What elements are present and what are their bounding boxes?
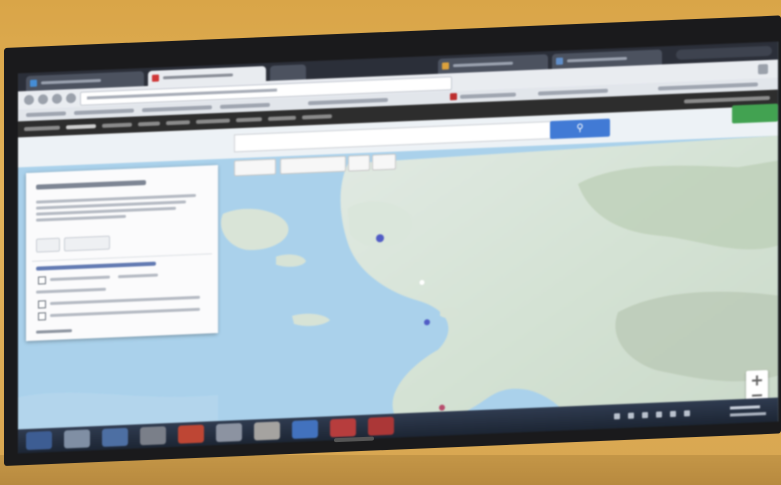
- tab-title: [453, 61, 513, 68]
- home-icon[interactable]: [66, 92, 76, 104]
- new-tab-button[interactable]: [270, 64, 306, 81]
- add-layer-button[interactable]: [64, 235, 110, 252]
- google-bar-link-active[interactable]: [66, 124, 96, 130]
- bookmark-item[interactable]: [308, 97, 388, 106]
- google-bar-link[interactable]: [302, 114, 332, 120]
- tab-title: [163, 73, 233, 80]
- folder-icon[interactable]: [64, 429, 90, 449]
- clock-date: [730, 412, 766, 417]
- undo-button[interactable]: [234, 158, 276, 177]
- app-icon[interactable]: [330, 418, 356, 438]
- clock-time: [730, 405, 760, 410]
- layer-subtitle: [36, 287, 106, 294]
- bookmark-icon: [450, 93, 457, 101]
- base-map-toggle[interactable]: [36, 329, 72, 334]
- tab-icon: [556, 57, 563, 65]
- bookmark-item[interactable]: [538, 88, 608, 96]
- search-button[interactable]: ⚲: [550, 118, 610, 140]
- screen: ⚲: [18, 41, 778, 454]
- map-title[interactable]: [36, 180, 146, 190]
- share-button[interactable]: [732, 103, 778, 124]
- account-name[interactable]: [684, 95, 770, 104]
- google-bar-link[interactable]: [138, 121, 160, 127]
- network-icon[interactable]: [642, 412, 648, 419]
- bookmark-item[interactable]: [142, 105, 212, 113]
- bookmark-item[interactable]: [26, 111, 66, 118]
- google-bar-link[interactable]: [166, 120, 190, 126]
- draw-tools[interactable]: [280, 155, 346, 175]
- profile-chip[interactable]: [676, 45, 772, 60]
- layer-style[interactable]: [50, 275, 110, 282]
- google-bar-link[interactable]: [24, 125, 60, 132]
- forward-arrow-icon[interactable]: [38, 94, 48, 105]
- app-icon[interactable]: [368, 416, 394, 436]
- reload-icon[interactable]: [52, 93, 62, 104]
- layer-style[interactable]: [118, 273, 158, 279]
- app-icon[interactable]: [292, 419, 318, 439]
- tray-icon[interactable]: [684, 410, 690, 417]
- menu-icon[interactable]: [758, 63, 768, 75]
- google-bar-link[interactable]: [196, 118, 230, 124]
- tv-monitor: ⚲: [4, 15, 781, 466]
- measure-tool[interactable]: [348, 154, 370, 172]
- feature-label[interactable]: [50, 307, 200, 318]
- feature-checkbox[interactable]: [38, 300, 46, 309]
- tab-title: [41, 78, 101, 85]
- app-icon[interactable]: [254, 421, 280, 441]
- bookmark-item[interactable]: [460, 92, 516, 99]
- map-description: [36, 214, 126, 222]
- tray-icon[interactable]: [628, 412, 634, 419]
- tab-icon: [442, 62, 449, 70]
- start-icon[interactable]: [26, 430, 52, 451]
- bookmark-item[interactable]: [220, 102, 270, 109]
- layer-checkbox[interactable]: [38, 276, 46, 285]
- monitor-brand-label: [334, 436, 374, 443]
- ie-icon[interactable]: [102, 427, 128, 447]
- google-drive-icon: [30, 79, 37, 87]
- share-small-button[interactable]: [36, 237, 60, 253]
- google-bar-link[interactable]: [102, 122, 132, 128]
- tab-title: [567, 56, 627, 63]
- search-icon: ⚲: [576, 122, 584, 135]
- tray-icon[interactable]: [670, 410, 676, 418]
- address-url: [87, 88, 277, 100]
- feature-label[interactable]: [50, 295, 200, 306]
- zoom-out-icon[interactable]: [752, 394, 762, 397]
- app-icon[interactable]: [140, 426, 166, 446]
- feature-checkbox[interactable]: [38, 312, 46, 321]
- google-bar-link[interactable]: [236, 117, 262, 123]
- zoom-in-icon-bar: [752, 379, 762, 382]
- taskbar-clock[interactable]: [730, 403, 768, 419]
- bookmark-item[interactable]: [74, 108, 134, 116]
- layer-title[interactable]: [36, 261, 156, 271]
- panel-divider: [32, 253, 212, 262]
- tray-icon[interactable]: [614, 413, 620, 420]
- volume-icon[interactable]: [656, 411, 662, 418]
- google-bar-link[interactable]: [268, 115, 296, 121]
- map-legend-panel: [26, 165, 218, 342]
- back-arrow-icon[interactable]: [24, 94, 34, 106]
- app-icon[interactable]: [216, 423, 242, 443]
- chrome-icon[interactable]: [178, 424, 204, 444]
- ruler-tool[interactable]: [372, 153, 396, 171]
- gmail-icon: [152, 74, 159, 82]
- bookmark-item[interactable]: [658, 82, 758, 91]
